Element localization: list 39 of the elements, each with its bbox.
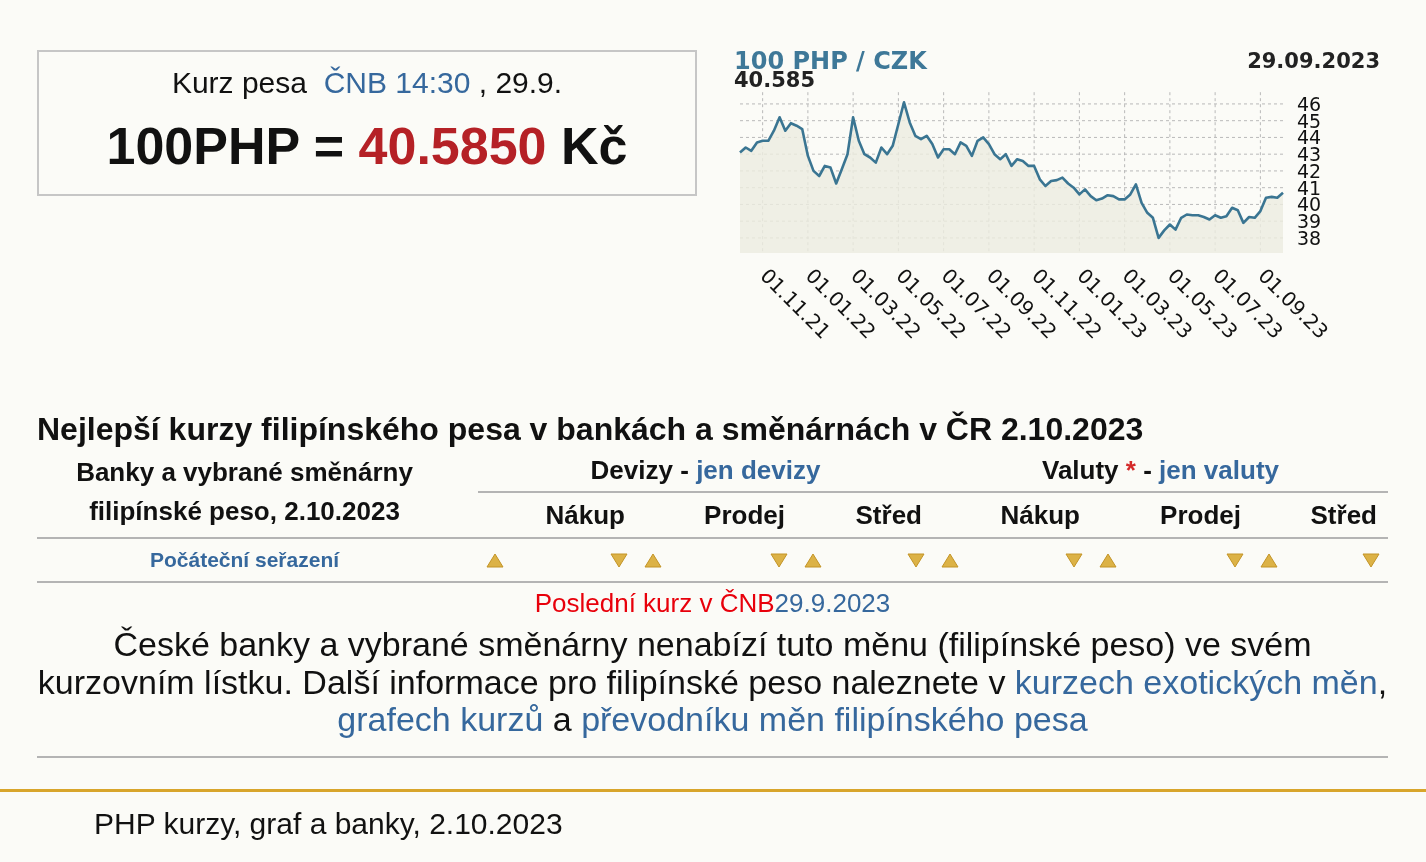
down-triangle-icon[interactable] <box>1065 552 1083 568</box>
column-header: Prodej <box>704 500 785 530</box>
bank-column-title: Banky a vybrané směnárny <box>76 456 413 489</box>
info-paragraph: České banky a vybrané směnárny nenabízí tuto měnu (filipínské peso) ve svém kurzovním lístku. Další informace pro filipínské peso naleznete v kurzech exotických měn, grafech kurzů a převodníku měn filipínského pesa <box>36 626 1389 739</box>
column-header: Prodej <box>1160 500 1241 530</box>
column-header: Střed <box>1310 500 1377 530</box>
info-link[interactable]: převodníku měn filipínského pesa <box>581 700 1088 738</box>
up-triangle-icon[interactable] <box>1099 552 1117 568</box>
y-axis-label: 46 <box>1297 92 1322 115</box>
info-link[interactable]: grafech kurzů <box>337 700 544 738</box>
last-rate-label: Poslední kurz v ČNB <box>534 588 775 618</box>
up-triangle-icon[interactable] <box>1260 552 1278 568</box>
exchange-rate-text: 100PHP = 40.5850 Kč <box>106 118 628 174</box>
footer-text: PHP kurzy, graf a banky, 2.10.2023 <box>94 806 563 840</box>
down-triangle-icon[interactable] <box>1226 552 1244 568</box>
up-triangle-icon[interactable] <box>804 552 822 568</box>
column-group-link[interactable]: jen valuty <box>1159 455 1279 485</box>
source-link[interactable]: ČNB 14:30 <box>323 66 471 99</box>
bank-column-subtitle: filipínské peso, 2.10.2023 <box>89 495 400 528</box>
section-heading: Nejlepší kurzy filipínského pesa v bankách a směnárnách v ČR 2.10.2023 <box>37 411 1144 447</box>
down-triangle-icon[interactable] <box>907 552 925 568</box>
chart-date: 29.09.2023 <box>1247 50 1380 75</box>
column-group-title: Valuty * - <box>1042 455 1152 485</box>
up-triangle-icon[interactable] <box>644 552 662 568</box>
reset-sort-link[interactable]: Počáteční seřazení <box>149 548 340 572</box>
up-triangle-icon[interactable] <box>486 552 504 568</box>
down-triangle-icon[interactable] <box>770 552 788 568</box>
column-group-link[interactable]: jen devizy <box>696 455 821 485</box>
column-header: Nákup <box>545 500 625 530</box>
column-header: Nákup <box>1000 500 1080 530</box>
chart-last-value: 40.585 <box>734 73 816 88</box>
last-rate-date-link[interactable]: 29.9.2023 <box>774 588 891 618</box>
column-header: Střed <box>855 500 922 530</box>
info-link[interactable]: kurzech exotických měn <box>1014 662 1378 701</box>
rate-title: Kurz pesa ČNB 14:30 , 29.9. <box>171 65 563 101</box>
down-triangle-icon[interactable] <box>1362 552 1380 568</box>
up-triangle-icon[interactable] <box>941 552 959 568</box>
column-group-title: Devizy - <box>590 455 689 485</box>
down-triangle-icon[interactable] <box>610 552 628 568</box>
